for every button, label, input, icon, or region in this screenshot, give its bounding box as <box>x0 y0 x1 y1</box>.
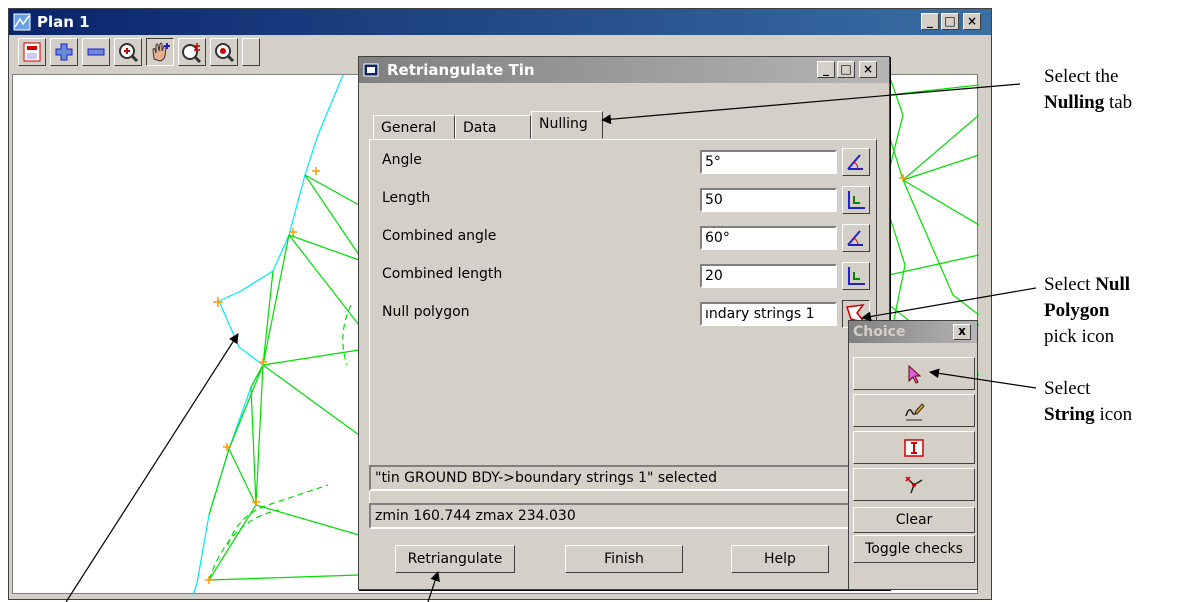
annotation-nulling-tab: Select the Nulling tab <box>1044 64 1132 116</box>
annotation-string-icon: Select String icon <box>1044 376 1132 428</box>
annotation-text: icon <box>1099 404 1133 425</box>
annotation-text: Select the <box>1044 66 1119 87</box>
annotation-bold: Null <box>1095 274 1131 295</box>
annotation-bold: Nulling <box>1044 92 1105 113</box>
annotation-lines <box>65 83 1037 602</box>
annotation-text: Select <box>1044 274 1091 295</box>
annotation-bold: Polygon <box>1044 300 1110 321</box>
annotation-bold: String <box>1044 404 1095 425</box>
annotation-null-polygon: Select Null Polygon pick icon <box>1044 272 1130 350</box>
annotation-text: tab <box>1108 92 1133 113</box>
annotation-text: pick icon <box>1044 326 1115 347</box>
annotation-text: Select <box>1044 378 1091 399</box>
